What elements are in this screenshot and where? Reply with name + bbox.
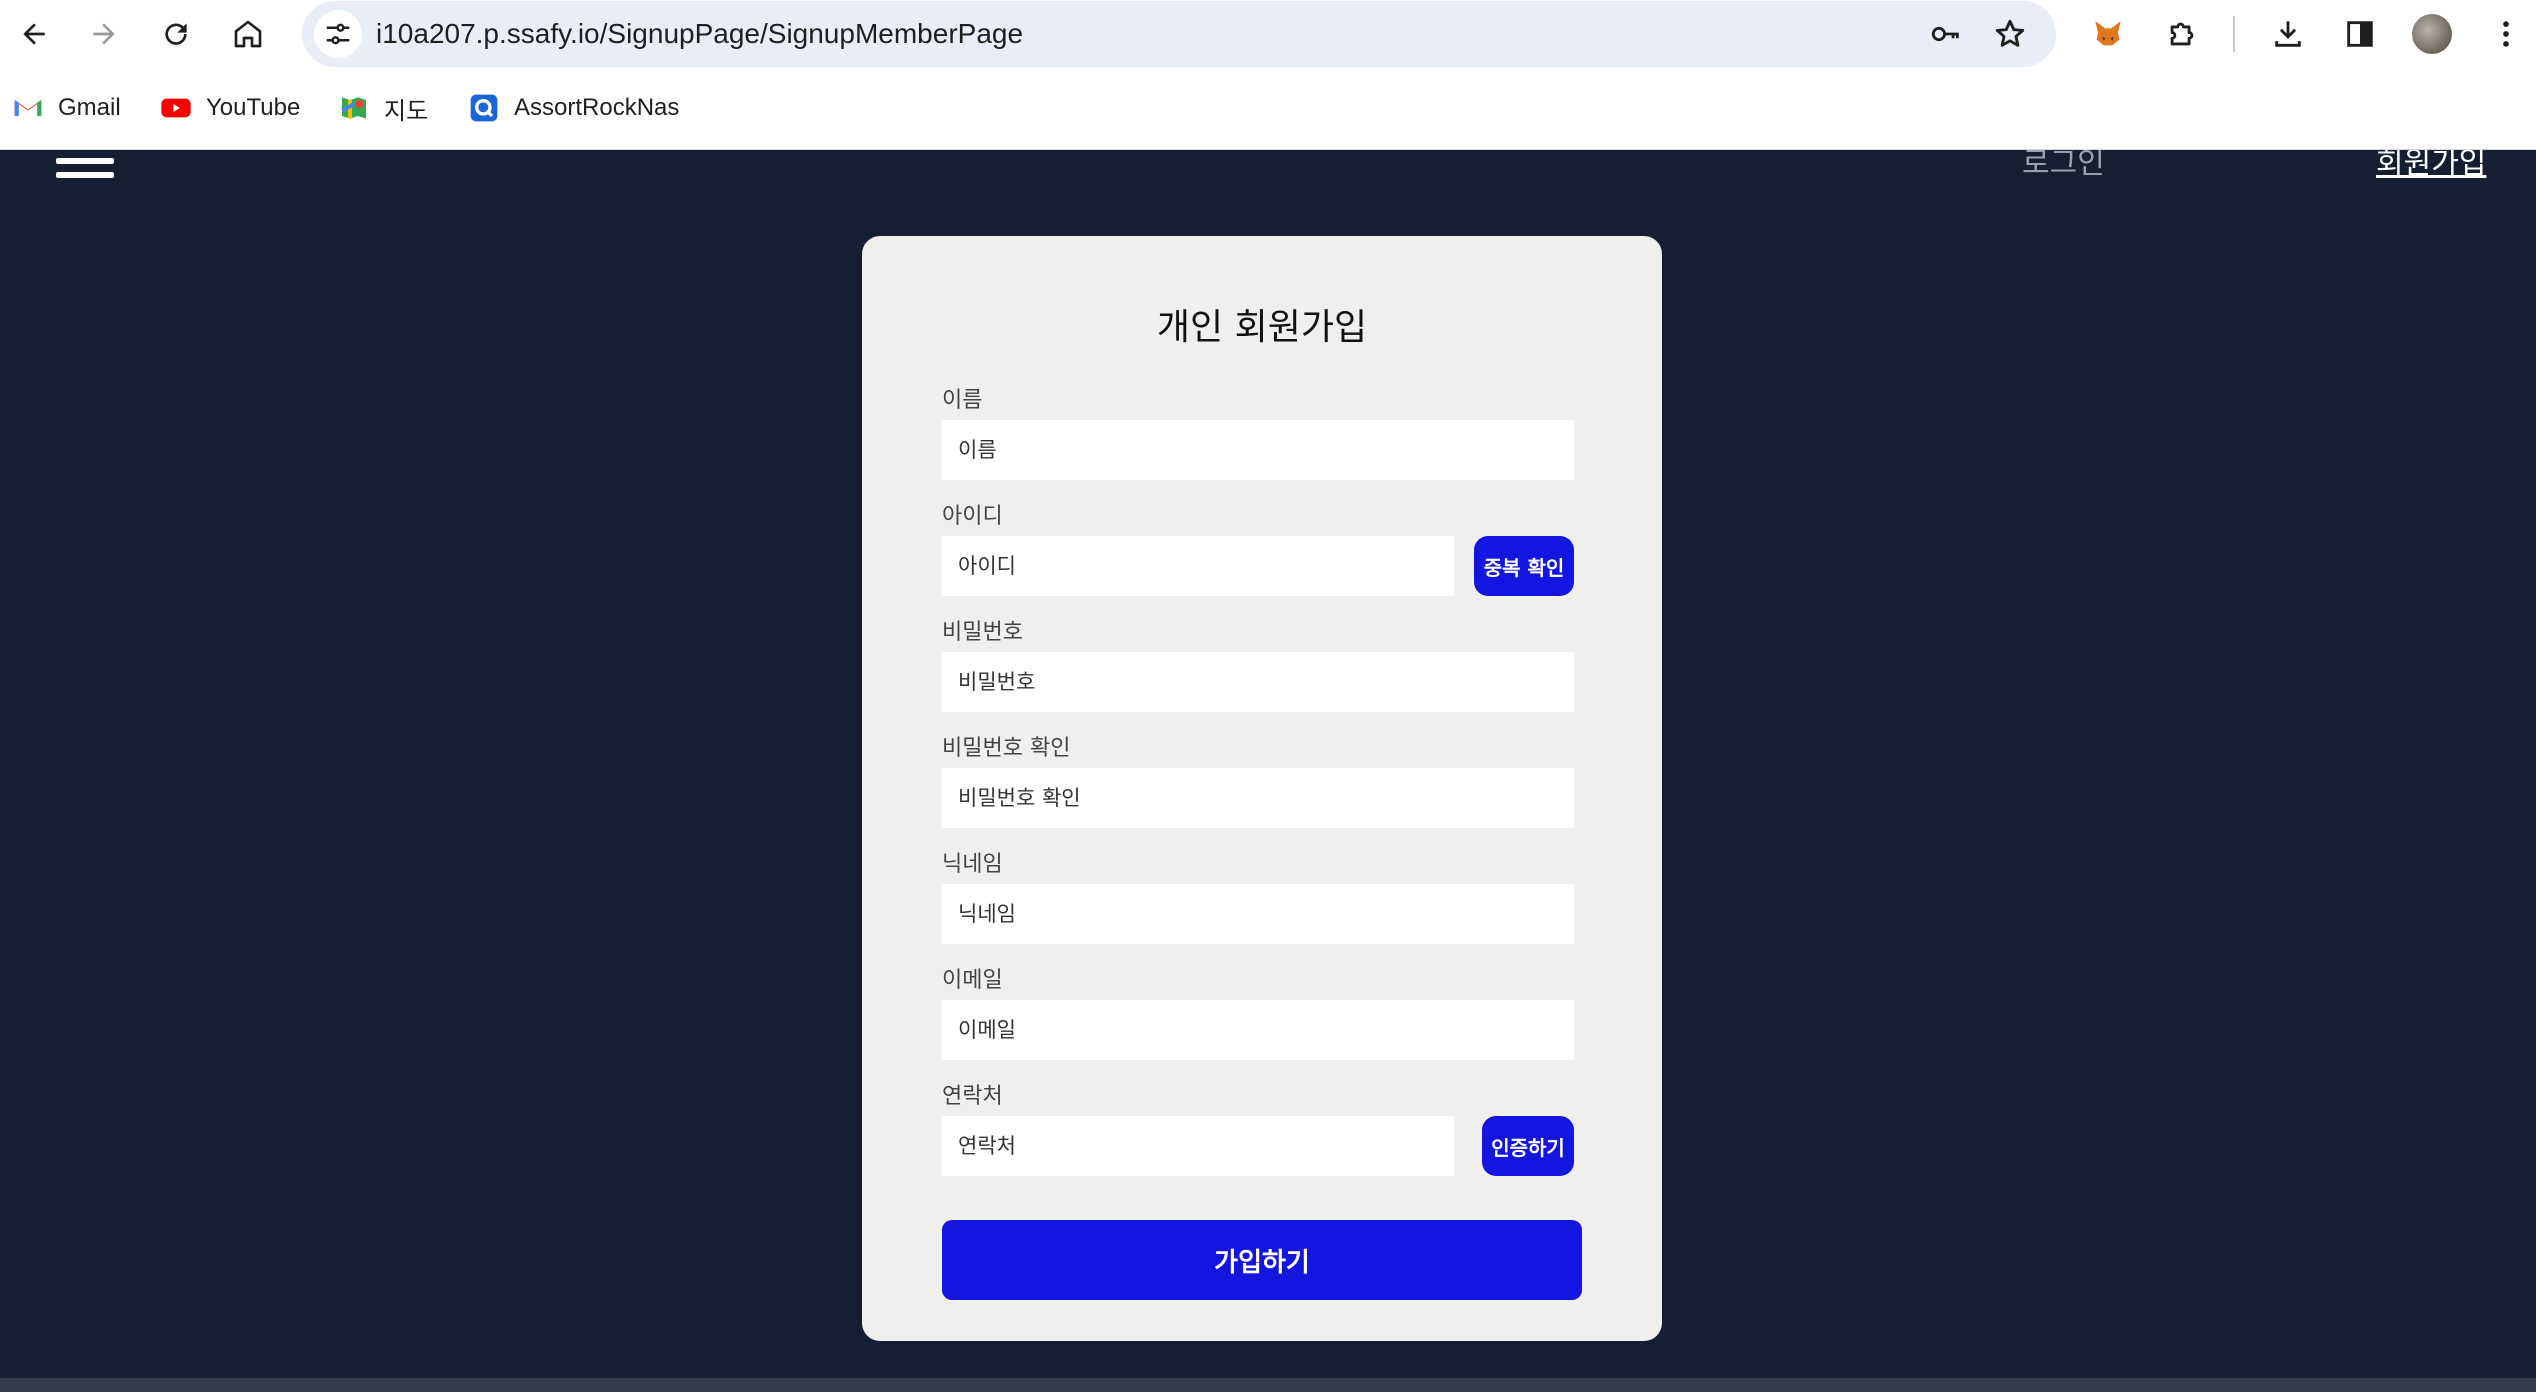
id-input[interactable] xyxy=(942,536,1454,596)
password-key-button[interactable] xyxy=(1926,14,1966,54)
bookmark-youtube[interactable]: YouTube xyxy=(160,88,300,128)
name-input[interactable] xyxy=(942,420,1574,480)
side-panel-icon xyxy=(2347,21,2373,47)
phone-input[interactable] xyxy=(942,1116,1454,1176)
bookmark-label: AssortRockNas xyxy=(514,94,680,121)
bookmark-maps[interactable]: 지도 xyxy=(338,88,428,128)
page-content: 로그인 회원가입 개인 회원가입 이름 아이디 중복 확인 비밀번호 비밀번호 … xyxy=(0,150,2536,1392)
bottom-bar xyxy=(0,1378,2536,1392)
bookmark-assortrocknas[interactable]: AssortRockNas xyxy=(468,88,679,128)
maps-icon xyxy=(338,92,370,124)
nickname-input[interactable] xyxy=(942,884,1574,944)
forward-button[interactable] xyxy=(80,10,128,58)
signup-card: 개인 회원가입 이름 아이디 중복 확인 비밀번호 비밀번호 확인 닉네임 이메… xyxy=(862,236,1662,1341)
reload-icon xyxy=(165,23,187,45)
gmail-icon xyxy=(12,92,44,124)
email-label: 이메일 xyxy=(942,968,1003,993)
verify-button[interactable]: 인증하기 xyxy=(1482,1116,1574,1176)
form-title: 개인 회원가입 xyxy=(1156,307,1368,348)
home-button[interactable] xyxy=(224,10,272,58)
hamburger-menu-icon[interactable] xyxy=(56,150,114,178)
tune-icon xyxy=(326,23,350,45)
phone-label: 연락처 xyxy=(942,1084,1003,1109)
url-text[interactable]: i10a207.p.ssafy.io/SignupPage/SignupMemb… xyxy=(376,1,1023,67)
fox-icon xyxy=(2095,21,2121,46)
id-label: 아이디 xyxy=(942,504,1003,529)
password-confirm-input[interactable] xyxy=(942,768,1574,828)
browser-menu-button[interactable] xyxy=(2484,12,2528,56)
side-panel-button[interactable] xyxy=(2338,12,2382,56)
site-info-button[interactable] xyxy=(314,10,362,58)
forward-arrow-icon xyxy=(93,23,115,45)
star-icon xyxy=(1995,19,2025,47)
address-bar[interactable]: i10a207.p.ssafy.io/SignupPage/SignupMemb… xyxy=(302,1,2056,67)
bookmarks-bar: Gmail YouTube 지도 AssortRockNas xyxy=(0,68,2536,150)
extensions-button[interactable] xyxy=(2160,12,2204,56)
puzzle-icon xyxy=(2170,22,2194,46)
metamask-extension-button[interactable] xyxy=(2086,12,2130,56)
key-icon xyxy=(1931,26,1959,42)
youtube-icon xyxy=(160,92,192,124)
reload-button[interactable] xyxy=(152,10,200,58)
nickname-label: 닉네임 xyxy=(942,852,1003,877)
back-button[interactable] xyxy=(10,10,58,58)
nav-signup-link[interactable]: 회원가입 xyxy=(2376,150,2486,182)
bookmark-label: 지도 xyxy=(384,97,429,125)
nav-login-link[interactable]: 로그인 xyxy=(2022,150,2105,182)
email-input[interactable] xyxy=(942,1000,1574,1060)
browser-toolbar: i10a207.p.ssafy.io/SignupPage/SignupMemb… xyxy=(0,0,2536,68)
profile-avatar[interactable] xyxy=(2412,14,2452,54)
password-confirm-label: 비밀번호 확인 xyxy=(942,736,1071,761)
downloads-button[interactable] xyxy=(2266,12,2310,56)
duplicate-check-button[interactable]: 중복 확인 xyxy=(1474,536,1574,596)
bookmark-label: YouTube xyxy=(206,94,301,121)
bookmark-star-button[interactable] xyxy=(1990,14,2030,54)
password-label: 비밀번호 xyxy=(942,620,1023,645)
bookmark-label: Gmail xyxy=(58,94,121,121)
more-vert-icon xyxy=(2503,21,2509,47)
toolbar-separator xyxy=(2233,16,2235,52)
signup-submit-button[interactable]: 가입하기 xyxy=(942,1220,1582,1300)
download-icon xyxy=(2275,21,2301,47)
home-icon xyxy=(234,20,262,48)
nas-icon xyxy=(468,92,500,124)
name-label: 이름 xyxy=(942,388,983,413)
password-input[interactable] xyxy=(942,652,1574,712)
back-arrow-icon xyxy=(23,23,45,45)
bookmark-gmail[interactable]: Gmail xyxy=(12,88,121,128)
